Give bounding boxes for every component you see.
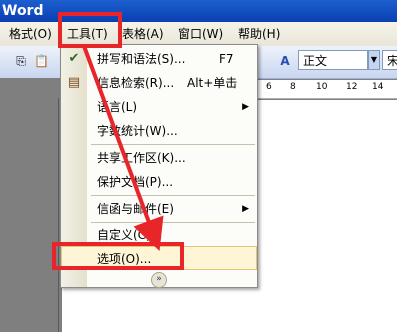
annotation-arrow-icon [82,45,164,252]
